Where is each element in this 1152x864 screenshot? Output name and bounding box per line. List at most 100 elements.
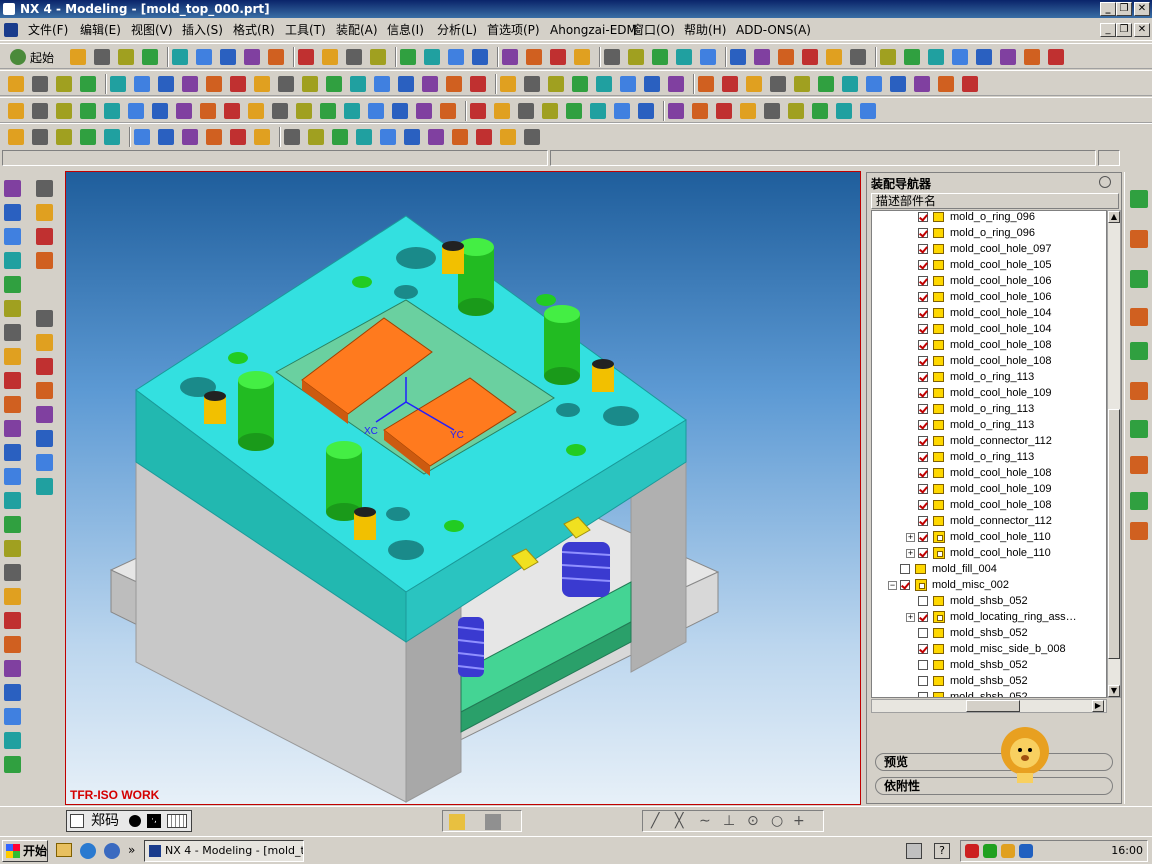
mold-wizard-tool-icon[interactable]: [746, 76, 762, 92]
tree-row[interactable]: + mold_cool_hole_110: [872, 529, 1106, 545]
modeling-tool-icon[interactable]: [368, 103, 384, 119]
expand-icon[interactable]: +: [906, 533, 915, 542]
ime-toolbar[interactable]: 郑码 ·,: [66, 810, 192, 832]
visibility-checkbox[interactable]: [918, 676, 928, 686]
modeling-tool-icon[interactable]: [716, 103, 732, 119]
scroll-up-button[interactable]: ▲: [1108, 211, 1120, 223]
mold-model[interactable]: XC YC: [66, 172, 861, 805]
standard-tool-icon[interactable]: [604, 49, 620, 65]
feature-tool-icon[interactable]: [476, 129, 492, 145]
feature-tool-icon[interactable]: [500, 129, 516, 145]
modeling-tool-icon[interactable]: [248, 103, 264, 119]
tree-row[interactable]: mold_connector_112: [872, 513, 1106, 529]
standard-tool-icon[interactable]: [298, 49, 314, 65]
mold-wizard-tool-icon[interactable]: [278, 76, 294, 92]
mold-wizard-tool-icon[interactable]: [350, 76, 366, 92]
feature-tool-icon[interactable]: [104, 129, 120, 145]
scroll-right-button[interactable]: ▶: [1092, 700, 1104, 712]
tree-row[interactable]: mold_cool_hole_104: [872, 321, 1106, 337]
curve-tool-icon[interactable]: [4, 564, 21, 581]
pin-icon[interactable]: [1099, 176, 1111, 188]
menu-format[interactable]: 格式(R): [233, 22, 275, 38]
nx-app-icon[interactable]: [3, 3, 15, 15]
feature-tool-icon[interactable]: [182, 129, 198, 145]
mdi-restore-button[interactable]: ❐: [1116, 23, 1132, 37]
tree-row[interactable]: mold_cool_hole_109: [872, 481, 1106, 497]
tray-app-icon[interactable]: [1019, 844, 1033, 858]
collapse-icon[interactable]: −: [888, 581, 897, 590]
mdi-minimize-button[interactable]: _: [1100, 23, 1116, 37]
tray-network-icon[interactable]: [983, 844, 997, 858]
standard-tool-icon[interactable]: [976, 49, 992, 65]
feature-tool-icon[interactable]: [332, 129, 348, 145]
document-icon[interactable]: [4, 23, 18, 37]
tree-row[interactable]: mold_cool_hole_106: [872, 289, 1106, 305]
feature-tool-icon[interactable]: [206, 129, 222, 145]
tree-row[interactable]: mold_shsb_052: [872, 625, 1106, 641]
modeling-tool-icon[interactable]: [296, 103, 312, 119]
feature-tool-icon[interactable]: [428, 129, 444, 145]
standard-tool-icon[interactable]: [802, 49, 818, 65]
modeling-tool-icon[interactable]: [518, 103, 534, 119]
tree-row[interactable]: mold_cool_hole_097: [872, 241, 1106, 257]
standard-tool-icon[interactable]: [346, 49, 362, 65]
modeling-tool-icon[interactable]: [416, 103, 432, 119]
modeling-tool-icon[interactable]: [836, 103, 852, 119]
feature-tool-icon[interactable]: [230, 129, 246, 145]
tree-row[interactable]: − mold_misc_002: [872, 577, 1106, 593]
curve-tool-icon[interactable]: [4, 732, 21, 749]
standard-tool-icon[interactable]: [268, 49, 284, 65]
mold-wizard-tool-icon[interactable]: [254, 76, 270, 92]
standard-tool-icon[interactable]: [370, 49, 386, 65]
visibility-checkbox[interactable]: [918, 404, 928, 414]
scrollbar-thumb[interactable]: [1108, 409, 1120, 659]
visibility-checkbox[interactable]: [918, 244, 928, 254]
curve-tool-icon[interactable]: [4, 252, 21, 269]
tree-row[interactable]: mold_connector_112: [872, 433, 1106, 449]
visibility-checkbox[interactable]: [918, 212, 928, 222]
mold-wizard-tool-icon[interactable]: [866, 76, 882, 92]
mold-wizard-tool-icon[interactable]: [770, 76, 786, 92]
standard-tool-icon[interactable]: [550, 49, 566, 65]
modeling-tool-icon[interactable]: [392, 103, 408, 119]
standard-tool-icon[interactable]: [574, 49, 590, 65]
tree-row[interactable]: mold_o_ring_113: [872, 449, 1106, 465]
visibility-checkbox[interactable]: [918, 260, 928, 270]
mold-wizard-tool-icon[interactable]: [962, 76, 978, 92]
modeling-tool-icon[interactable]: [566, 103, 582, 119]
visibility-checkbox[interactable]: [918, 660, 928, 670]
feature-tool-icon[interactable]: [56, 129, 72, 145]
tree-row[interactable]: mold_cool_hole_108: [872, 353, 1106, 369]
column-header-part-name[interactable]: 描述部件名: [871, 193, 1119, 209]
tree-row[interactable]: mold_cool_hole_104: [872, 305, 1106, 321]
mold-wizard-tool-icon[interactable]: [596, 76, 612, 92]
scroll-down-button[interactable]: ▼: [1108, 685, 1120, 697]
tree-row[interactable]: mold_cool_hole_105: [872, 257, 1106, 273]
tray-keyboard-icon[interactable]: [906, 843, 922, 859]
visibility-checkbox[interactable]: [918, 628, 928, 638]
tray-antivirus-icon[interactable]: [965, 844, 979, 858]
standard-tool-icon[interactable]: [628, 49, 644, 65]
help-icon[interactable]: ?: [934, 843, 950, 859]
ime-mode-icon[interactable]: [70, 814, 84, 828]
curve-tool-icon[interactable]: [4, 708, 21, 725]
clock[interactable]: 16:00: [1111, 844, 1143, 857]
resource-tab-icon[interactable]: [1130, 270, 1148, 288]
graphics-viewport[interactable]: XC YC TFR-ISO WORK: [65, 171, 861, 805]
modeling-tool-icon[interactable]: [668, 103, 684, 119]
feature-tool-icon[interactable]: [380, 129, 396, 145]
modeling-tool-icon[interactable]: [494, 103, 510, 119]
visibility-checkbox[interactable]: [918, 292, 928, 302]
standard-tool-icon[interactable]: [904, 49, 920, 65]
expand-icon[interactable]: +: [906, 549, 915, 558]
maximize-button[interactable]: ❐: [1116, 2, 1132, 16]
surface-tool-icon[interactable]: [36, 310, 53, 327]
mold-wizard-tool-icon[interactable]: [938, 76, 954, 92]
visibility-checkbox[interactable]: [918, 532, 928, 542]
tree-row[interactable]: + mold_cool_hole_110: [872, 545, 1106, 561]
standard-tool-icon[interactable]: [928, 49, 944, 65]
resource-tab-icon[interactable]: [1130, 190, 1148, 208]
surface-tool-icon[interactable]: [36, 334, 53, 351]
visibility-checkbox[interactable]: [900, 580, 910, 590]
standard-tool-icon[interactable]: [142, 49, 158, 65]
